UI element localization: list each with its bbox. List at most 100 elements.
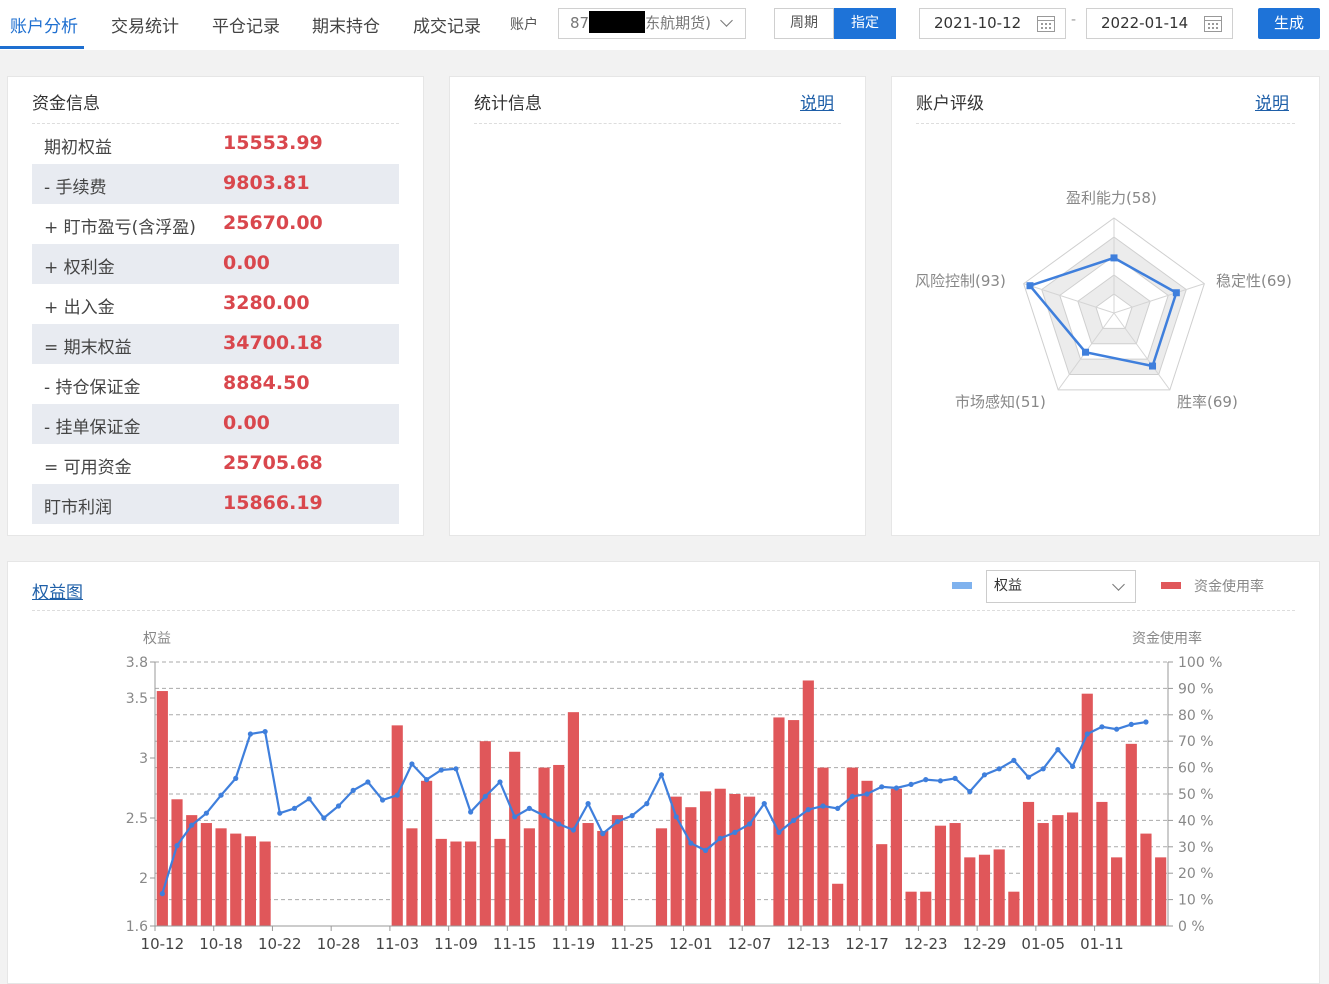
- equity-point: [952, 775, 958, 782]
- equity-point: [658, 772, 665, 778]
- equity-point: [277, 810, 283, 816]
- equity-point: [365, 779, 371, 785]
- usage-bar: [1111, 857, 1123, 926]
- usage-bar: [244, 836, 257, 926]
- x-axis-tick-label: 10-28: [317, 935, 361, 953]
- usage-bar: [876, 844, 888, 926]
- left-axis-tick-label: 2.5: [126, 811, 148, 827]
- usage-bar: [494, 838, 506, 926]
- equity-point: [350, 787, 356, 794]
- right-axis-tick-label: 60 %: [1178, 761, 1214, 777]
- equity-point: [776, 829, 782, 836]
- usage-bar: [714, 788, 726, 926]
- usage-bar: [582, 823, 594, 926]
- equity-point: [996, 766, 1002, 772]
- usage-bar: [479, 741, 491, 926]
- equity-point: [409, 761, 415, 767]
- left-axis-tick-label: 1.6: [126, 919, 148, 935]
- equity-point: [247, 731, 254, 737]
- left-axis-tick-label: 2: [139, 871, 148, 887]
- equity-point: [717, 835, 723, 842]
- equity-point: [732, 829, 738, 836]
- usage-bar: [993, 849, 1005, 926]
- usage-bar: [567, 712, 579, 926]
- usage-bar: [729, 794, 741, 926]
- usage-bar: [920, 891, 932, 926]
- x-axis-tick-label: 12-29: [963, 935, 1007, 953]
- usage-bar: [523, 828, 535, 926]
- equity-point: [849, 793, 855, 800]
- x-axis-tick-label: 10-22: [258, 935, 302, 953]
- left-axis-tick-label: 3.8: [126, 655, 148, 671]
- equity-point: [805, 807, 811, 813]
- usage-bar: [861, 780, 873, 926]
- equity-point: [233, 775, 239, 782]
- equity-point: [673, 814, 679, 820]
- left-axis-tick-label: 3.5: [126, 691, 148, 707]
- usage-bar: [1052, 815, 1064, 926]
- x-axis-tick-label: 11-09: [434, 935, 478, 953]
- usage-bar: [259, 841, 271, 926]
- usage-bar: [509, 751, 521, 926]
- usage-bar: [421, 780, 433, 926]
- equity-point: [203, 810, 209, 816]
- equity-point: [526, 805, 532, 812]
- equity-point: [424, 777, 430, 783]
- equity-point: [644, 801, 650, 807]
- equity-point: [306, 796, 312, 802]
- left-axis-tick-label: 3: [139, 751, 148, 767]
- equity-point: [570, 827, 577, 833]
- equity-point: [820, 803, 826, 809]
- equity-point: [1040, 766, 1046, 772]
- x-axis-tick-label: 12-13: [787, 935, 831, 953]
- usage-bar: [1140, 833, 1152, 926]
- usage-bar: [406, 828, 418, 926]
- equity-point: [321, 815, 327, 821]
- right-axis-tick-label: 40 %: [1178, 813, 1214, 829]
- usage-bar: [1096, 801, 1108, 926]
- right-axis-tick-label: 100 %: [1178, 655, 1222, 671]
- equity-point: [1025, 774, 1032, 780]
- usage-bar: [744, 796, 756, 926]
- usage-bar: [655, 828, 668, 926]
- usage-bar: [817, 767, 829, 926]
- x-axis-tick-label: 01-05: [1021, 935, 1065, 953]
- usage-bar: [934, 825, 947, 926]
- equity-point: [468, 809, 474, 815]
- usage-bar: [699, 791, 712, 926]
- usage-bar: [1037, 823, 1049, 926]
- equity-point: [1011, 757, 1017, 764]
- right-axis-tick-label: 10 %: [1178, 893, 1214, 909]
- equity-point: [497, 779, 503, 785]
- equity-point: [893, 785, 899, 791]
- equity-point: [761, 801, 767, 807]
- right-axis-tick-label: 50 %: [1178, 787, 1214, 803]
- usage-bar: [1155, 857, 1167, 926]
- usage-bar: [832, 883, 844, 926]
- x-axis-tick-label: 10-18: [199, 935, 243, 953]
- x-axis-tick-label: 11-03: [375, 935, 419, 953]
- usage-bar: [949, 823, 961, 926]
- usage-bar: [597, 830, 609, 926]
- right-axis-tick-label: 30 %: [1178, 840, 1214, 856]
- usage-bar: [846, 767, 858, 926]
- x-axis-tick-label: 12-23: [904, 935, 948, 953]
- usage-bar: [171, 799, 183, 926]
- x-axis-tick-label: 12-01: [669, 935, 713, 953]
- usage-bar: [215, 828, 227, 926]
- equity-point: [512, 814, 518, 820]
- right-axis-tick-label: 0 %: [1178, 919, 1205, 935]
- usage-bar: [538, 767, 550, 926]
- equity-point: [1143, 719, 1149, 725]
- equity-point: [1084, 731, 1090, 737]
- equity-point: [629, 813, 635, 819]
- usage-bar: [611, 815, 624, 926]
- x-axis-tick-label: 11-15: [493, 935, 537, 953]
- x-axis-tick-label: 01-11: [1080, 935, 1124, 953]
- equity-point: [262, 729, 268, 735]
- equity-point: [189, 822, 195, 828]
- equity-point: [335, 803, 342, 809]
- equity-point: [879, 784, 885, 790]
- usage-bar: [802, 680, 814, 926]
- equity-point: [600, 831, 606, 837]
